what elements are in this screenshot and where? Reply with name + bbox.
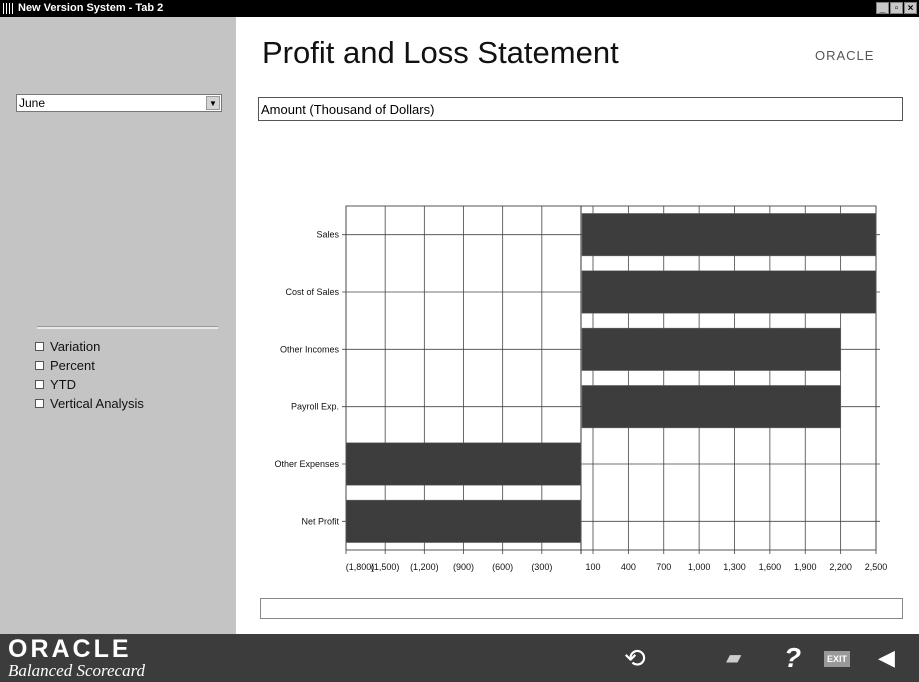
category-label: Sales [316,230,339,240]
refresh-icon[interactable]: ⟲ [624,645,646,671]
x-tick-label: (1,200) [410,562,439,572]
print-icon[interactable]: ▰ [726,645,741,671]
checkbox-icon[interactable] [35,342,44,351]
bar [345,442,582,486]
options-checklist: Variation Percent YTD Vertical Analysis [35,337,144,413]
maximize-button[interactable]: ▫ [890,2,903,14]
x-tick-label: 2,500 [865,562,888,572]
footer-logo-text: ORACLE [8,635,132,663]
x-tick-label: 400 [621,562,636,572]
category-label: Other Incomes [280,344,340,354]
back-arrow-icon[interactable]: ◀ [878,645,895,671]
x-tick-label: 1,600 [759,562,782,572]
oracle-logo: ORACLE [815,48,875,63]
checkbox-percent[interactable]: Percent [35,356,144,375]
x-tick-label: 1,900 [794,562,817,572]
page-title: Profit and Loss Statement [262,35,619,70]
checkbox-label: Vertical Analysis [50,396,144,411]
checkbox-label: Percent [50,358,95,373]
footer-logo-subtitle: Balanced Scorecard [8,661,146,680]
x-tick-label: 1,000 [688,562,711,572]
bar [345,499,582,543]
checkbox-icon[interactable] [35,399,44,408]
exit-icon[interactable]: EXIT [824,651,850,667]
separator [37,326,218,329]
category-label: Other Expenses [274,459,339,469]
checkbox-icon[interactable] [35,361,44,370]
x-tick-label: (1,500) [371,562,400,572]
x-tick-label: 1,300 [723,562,746,572]
checkbox-label: YTD [50,377,76,392]
x-tick-label: 100 [585,562,600,572]
close-button[interactable]: × [904,2,917,14]
window-controls: _ ▫ × [876,2,917,14]
chart-header-box: Amount (Thousand of Dollars) [258,97,903,121]
checkbox-label: Variation [50,339,101,354]
month-select[interactable]: June ▼ [16,94,222,112]
checkbox-vertical-analysis[interactable]: Vertical Analysis [35,394,144,413]
window-title: New Version System - Tab 2 [18,2,164,14]
x-tick-label: (900) [453,562,474,572]
bar [581,270,877,314]
category-label: Cost of Sales [285,287,339,297]
checkbox-icon[interactable] [35,380,44,389]
help-icon[interactable]: ? [784,644,801,672]
plot-area [345,205,877,551]
category-label: Net Profit [301,516,339,526]
footer-logo: ORACLE Balanced Scorecard [8,637,145,680]
x-tick-label: 700 [656,562,671,572]
window-titlebar: New Version System - Tab 2 _ ▫ × [0,0,919,17]
status-box [260,598,903,619]
x-tick-label: (600) [492,562,513,572]
minimize-button[interactable]: _ [876,2,889,14]
checkbox-ytd[interactable]: YTD [35,375,144,394]
checkbox-variation[interactable]: Variation [35,337,144,356]
bar [581,213,877,257]
app-icon [3,3,14,14]
bar [581,327,841,371]
x-tick-label: 2,200 [829,562,852,572]
profit-loss-chart: Sales Cost of Sales Other Incomes Payroll E… [274,205,888,572]
chevron-down-icon[interactable]: ▼ [206,96,220,110]
chart-header-label: Amount (Thousand of Dollars) [261,102,435,117]
category-label: Payroll Exp. [291,402,339,412]
bar [581,385,841,429]
month-select-value: June [19,96,46,110]
x-tick-label: (300) [531,562,552,572]
